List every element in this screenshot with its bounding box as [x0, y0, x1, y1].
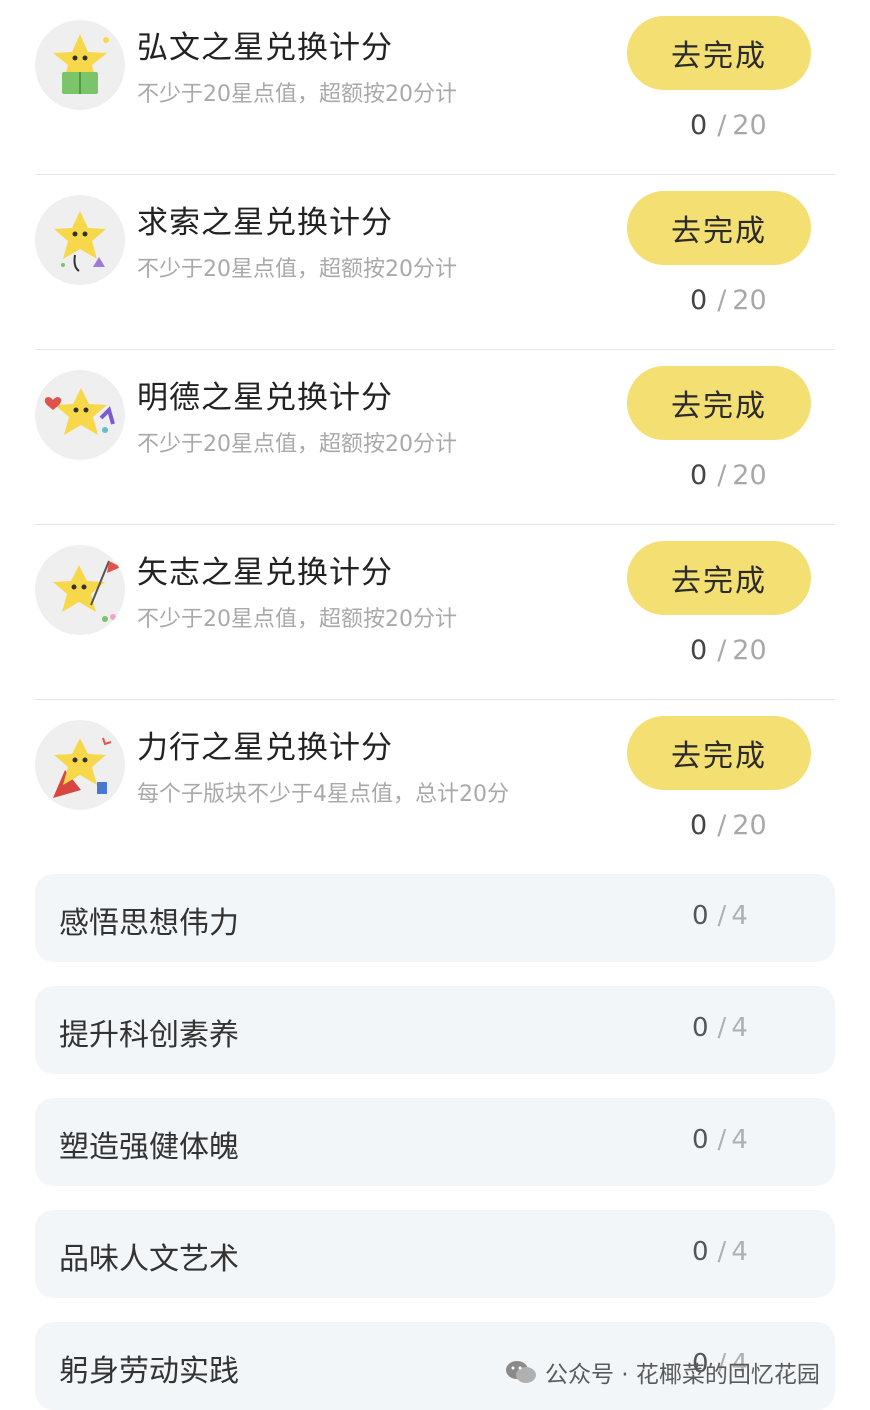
progress-separator: / [717, 1125, 727, 1155]
task-description: 不少于20星点值，超额按20分计 [137, 607, 457, 632]
task-card: 矢志之星兑换计分 不少于20星点值，超额按20分计 去完成 0 /20 [35, 525, 835, 700]
wechat-icon [506, 1361, 536, 1383]
task-card: 弘文之星兑换计分 不少于20星点值，超额按20分计 去完成 0 /20 [35, 0, 835, 175]
progress-current: 0 [692, 901, 709, 931]
subtask-item[interactable]: 塑造强健体魄 0 /4 [35, 1098, 835, 1186]
complete-button[interactable]: 去完成 [627, 366, 811, 440]
progress-separator: / [717, 810, 727, 841]
task-title: 矢志之星兑换计分 [137, 555, 393, 591]
subtask-label: 提升科创素养 [59, 1018, 239, 1053]
progress-current: 0 [692, 1125, 709, 1155]
subtask-progress: 0 /4 [692, 1237, 748, 1267]
subtask-item[interactable]: 品味人文艺术 0 /4 [35, 1210, 835, 1298]
task-card: 求索之星兑换计分 不少于20星点值，超额按20分计 去完成 0 /20 [35, 175, 835, 350]
star-heart-icon [35, 370, 125, 460]
complete-button[interactable]: 去完成 [627, 541, 811, 615]
progress-current: 0 [692, 1013, 709, 1043]
progress-current: 0 [690, 285, 708, 316]
subtask-progress: 0 /4 [692, 901, 748, 931]
progress-total: 4 [731, 1013, 748, 1043]
task-card: 明德之星兑换计分 不少于20星点值，超额按20分计 去完成 0 /20 [35, 350, 835, 525]
task-description: 每个子版块不少于4星点值，总计20分 [137, 782, 509, 807]
progress-current: 0 [690, 460, 708, 491]
progress-current: 0 [690, 810, 708, 841]
progress-separator: / [717, 1237, 727, 1267]
progress-total: 20 [732, 460, 767, 491]
progress-separator: / [717, 285, 727, 316]
task-description: 不少于20星点值，超额按20分计 [137, 257, 457, 282]
progress-current: 0 [692, 1237, 709, 1267]
task-title: 力行之星兑换计分 [137, 730, 393, 766]
task-progress: 0 /20 [690, 460, 767, 491]
progress-total: 20 [732, 635, 767, 666]
task-progress: 0 /20 [690, 810, 767, 841]
progress-total: 4 [731, 901, 748, 931]
watermark-text: 公众号 · 花椰菜的回忆花园 [545, 1362, 820, 1388]
progress-current: 0 [690, 635, 708, 666]
watermark: 公众号 · 花椰菜的回忆花园 [505, 1355, 820, 1389]
subtask-progress: 0 /4 [692, 1013, 748, 1043]
subtask-label: 塑造强健体魄 [59, 1130, 239, 1165]
task-description: 不少于20星点值，超额按20分计 [137, 432, 457, 457]
task-title: 弘文之星兑换计分 [137, 30, 393, 66]
progress-total: 4 [731, 1237, 748, 1267]
progress-separator: / [717, 635, 727, 666]
subtask-label: 躬身劳动实践 [59, 1354, 239, 1389]
progress-total: 20 [732, 110, 767, 141]
star-exploring-icon [35, 195, 125, 285]
progress-current: 0 [690, 110, 708, 141]
star-flag-icon [35, 545, 125, 635]
task-card: 力行之星兑换计分 每个子版块不少于4星点值，总计20分 去完成 0 /20 [35, 700, 835, 875]
progress-total: 20 [732, 810, 767, 841]
task-progress: 0 /20 [690, 110, 767, 141]
progress-separator: / [717, 460, 727, 491]
subtask-progress: 0 /4 [692, 1125, 748, 1155]
progress-separator: / [717, 110, 727, 141]
complete-button[interactable]: 去完成 [627, 191, 811, 265]
task-title: 求索之星兑换计分 [137, 205, 393, 241]
subtask-item[interactable]: 感悟思想伟力 0 /4 [35, 874, 835, 962]
star-hero-icon [35, 720, 125, 810]
complete-button[interactable]: 去完成 [627, 16, 811, 90]
star-reading-book-icon [35, 20, 125, 110]
progress-separator: / [717, 1013, 727, 1043]
subtask-item[interactable]: 提升科创素养 0 /4 [35, 986, 835, 1074]
subtask-label: 品味人文艺术 [59, 1242, 239, 1277]
progress-total: 20 [732, 285, 767, 316]
task-description: 不少于20星点值，超额按20分计 [137, 82, 457, 107]
progress-separator: / [717, 901, 727, 931]
task-progress: 0 /20 [690, 285, 767, 316]
subtask-label: 感悟思想伟力 [59, 906, 239, 941]
task-title: 明德之星兑换计分 [137, 380, 393, 416]
task-progress: 0 /20 [690, 635, 767, 666]
progress-total: 4 [731, 1125, 748, 1155]
complete-button[interactable]: 去完成 [627, 716, 811, 790]
